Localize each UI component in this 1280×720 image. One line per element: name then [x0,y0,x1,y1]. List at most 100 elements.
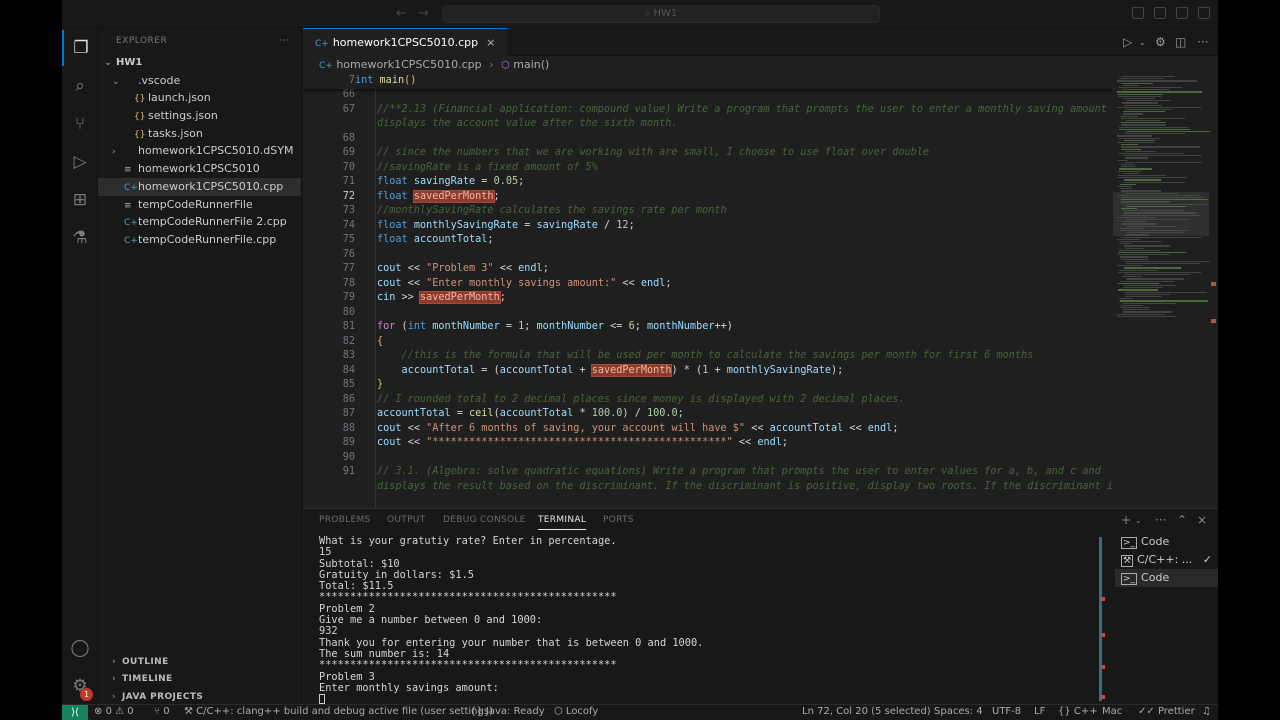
toggle-secondary-sidebar-icon[interactable] [1198,7,1210,19]
ports-status[interactable]: ⑂ 0 [154,706,170,717]
minimap-line [1119,249,1160,252]
minimap-line [1120,243,1132,245]
back-arrow-icon[interactable]: ← [396,6,407,21]
notifications-bell-icon[interactable]: ♫ [1202,706,1211,717]
terminal-item-active[interactable]: >_ Code [1115,569,1218,587]
minimap-line [1118,175,1166,177]
minimap-line [1120,256,1148,258]
cpp-file-icon: C+ [319,61,333,71]
line-number: 89 [342,437,355,448]
close-tab-icon[interactable]: × [486,36,495,49]
terminal-output[interactable]: What is your gratutiy rate? Enter in per… [319,535,1099,706]
eol-status[interactable]: LF [1034,706,1045,717]
extensions-icon[interactable]: ⊞ [62,182,98,218]
breadcrumb-file[interactable]: homework1CPSC5010.cpp [336,58,481,71]
minimap-line [1126,232,1183,234]
manage-gear-icon[interactable]: ⚙ 1 [62,668,98,704]
problems-status[interactable]: ⊗ 0 ⚠ 0 [94,706,134,717]
tree-item[interactable]: {} settings.json [98,107,301,125]
new-terminal-icon[interactable]: + [1121,513,1131,527]
tab-problems[interactable]: PROBLEMS [319,515,371,525]
terminal-item[interactable]: >_ Code [1115,533,1218,551]
split-editor-icon[interactable]: ◫ [1175,35,1186,49]
encoding-status[interactable]: UTF-8 [992,706,1021,717]
minimap-line [1124,267,1181,269]
line-number: 72 [342,190,355,202]
breadcrumb-symbol[interactable]: main() [513,58,549,71]
tree-item[interactable]: ⌄ .vscode [98,72,301,90]
more-actions-icon[interactable]: ··· [279,28,289,54]
account-icon[interactable]: ◯ [62,630,98,666]
tree-item[interactable]: {} tasks.json [98,125,301,143]
line-number: 86 [342,393,355,405]
minimap-line [1124,245,1170,247]
language-mode[interactable]: {} C++ [1058,706,1098,717]
source-control-icon[interactable]: ⑂ [62,106,98,142]
run-debug-icon[interactable]: ▷ [62,144,98,180]
tab-terminal[interactable]: TERMINAL [538,515,587,530]
minimap-line [1121,82,1153,84]
workspace-root[interactable]: ⌄ HW1 [98,54,301,72]
minimap-line [1122,89,1170,91]
search-icon[interactable]: ⌕ [62,68,98,104]
more-actions-icon[interactable]: ··· [1155,513,1166,527]
chevron-right-icon: › [112,692,116,702]
terminal-item[interactable]: ⚒ C/C++: ... ✓ [1115,551,1218,569]
tree-item[interactable]: C+homework1CPSC5010.cpp [98,177,301,196]
minimap-line [1124,181,1185,183]
settings-gear-icon[interactable]: ⚙ [1155,35,1166,49]
tree-item[interactable]: › homework1CPSC5010.dSYM [98,142,301,160]
tree-item[interactable]: C+tempCodeRunnerFile 2.cpp [98,213,301,231]
status-bar: ⟩⟨ ⊗ 0 ⚠ 0 ⑂ 0 ⚒ C/C++: clang++ build an… [62,704,1218,720]
run-code-icon[interactable]: ▷ [1123,35,1132,49]
code-line: 73 //monthlySavingRate calculates the sav… [303,204,1113,219]
tree-item[interactable]: ≡ tempCodeRunnerFile [98,196,301,214]
build-task-status[interactable]: ⚒ C/C++: clang++ build and debug active … [184,706,493,717]
testing-icon[interactable]: ⚗ [62,220,98,256]
outline-section[interactable]: › OUTLINE [98,653,302,671]
more-actions-icon[interactable]: ··· [1197,35,1208,49]
minimap-line [1126,131,1210,133]
toggle-panel-icon[interactable] [1176,7,1188,19]
close-panel-icon[interactable]: × [1197,513,1207,527]
explorer-icon[interactable]: ❐ [62,30,98,66]
terminal-scrollbar[interactable] [1099,537,1105,701]
minimap-line [1125,293,1170,296]
timeline-section[interactable]: › TIMELINE [98,670,302,688]
tab-homework-cpp[interactable]: C+ homework1CPSC5010.cpp × [303,28,508,56]
line-number: 67 [342,103,355,115]
remote-indicator-icon[interactable]: ⟩⟨ [62,705,88,720]
line-number: 66 [342,89,355,100]
prettier-status[interactable]: ✓✓ Prettier [1138,706,1195,717]
maximize-panel-icon[interactable]: ⌃ [1177,513,1187,527]
tab-debug-console[interactable]: DEBUG CONSOLE [443,515,526,525]
tab-ports[interactable]: PORTS [603,515,634,525]
tab-output[interactable]: OUTPUT [387,515,425,525]
java-status[interactable]: {} Java: Ready [470,706,545,717]
code-line: displays the account value after the six… [303,117,1113,132]
code-editor[interactable]: 66 67 //**2.13 (Financial application: co… [303,74,1113,508]
minimap-line [1126,219,1188,221]
tree-item[interactable]: {} launch.json [98,89,301,107]
minimap-line [1124,212,1196,214]
minimap-line [1121,117,1185,120]
sticky-scroll-line[interactable]: 7 int main() [303,74,1113,89]
indentation-status[interactable]: Spaces: 4 [934,706,983,717]
run-dropdown-icon[interactable]: ⌄ [1139,38,1146,47]
forward-arrow-icon[interactable]: → [418,6,429,21]
line-number: 88 [342,422,355,434]
toggle-sidebar-icon[interactable] [1154,7,1166,19]
customize-layout-icon[interactable] [1132,7,1144,19]
command-center[interactable]: ⌕ HW1 [442,5,880,23]
minimap-line [1120,300,1208,302]
minimap[interactable] [1113,74,1210,508]
editor-scrollbar[interactable] [1209,74,1218,508]
terminal-dropdown-icon[interactable]: ⌄ [1135,516,1142,525]
tree-item[interactable]: ≡ homework1CPSC5010 [98,160,301,178]
platform-status[interactable]: Mac [1102,706,1122,717]
locofy-status[interactable]: ⬡ Locofy [554,706,598,717]
minimap-line [1122,102,1158,104]
minimap-line [1117,238,1140,241]
tree-item[interactable]: C+tempCodeRunnerFile.cpp [98,231,301,249]
cursor-position[interactable]: Ln 72, Col 20 (5 selected) [802,706,931,717]
